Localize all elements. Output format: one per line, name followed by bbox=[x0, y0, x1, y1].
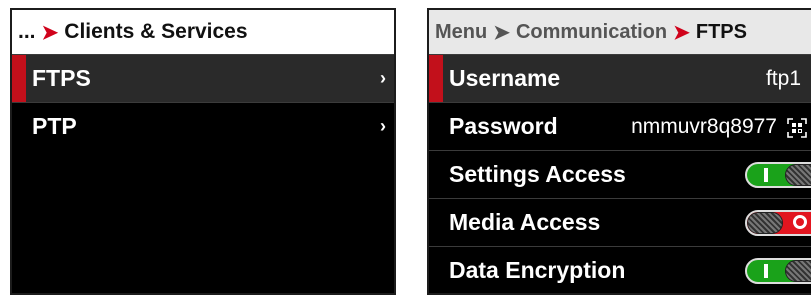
ftps-settings-panel: Menu ➤ Communication ➤ FTPS Username ftp… bbox=[427, 8, 811, 295]
breadcrumb-ellipsis[interactable]: ... bbox=[18, 20, 36, 44]
password-label: Password bbox=[449, 113, 558, 139]
breadcrumb-separator-icon: ➤ bbox=[41, 21, 59, 44]
selection-indicator bbox=[12, 55, 26, 102]
breadcrumb-separator-icon: ➤ bbox=[673, 21, 690, 44]
toggle-knob bbox=[785, 164, 811, 186]
chevron-right-icon: › bbox=[380, 116, 386, 136]
data-encryption-row[interactable]: Data Encryption bbox=[429, 246, 811, 293]
username-label: Username bbox=[449, 65, 561, 91]
breadcrumb: Menu ➤ Communication ➤ FTPS bbox=[429, 10, 811, 54]
toggle-knob bbox=[747, 212, 783, 234]
settings-access-row[interactable]: Settings Access bbox=[429, 150, 811, 198]
menu-item-ftps[interactable]: FTPS › bbox=[12, 54, 394, 102]
data-encryption-toggle[interactable] bbox=[745, 258, 811, 284]
menu-item-label: PTP bbox=[32, 113, 77, 139]
settings-access-toggle[interactable] bbox=[745, 162, 811, 188]
menu-item-label: FTPS bbox=[32, 65, 91, 91]
toggle-on-mark-icon bbox=[764, 264, 768, 278]
toggle-knob bbox=[785, 260, 811, 282]
chevron-right-icon: › bbox=[380, 68, 386, 88]
clients-services-panel: ... ➤ Clients & Services FTPS › PTP › bbox=[10, 8, 396, 295]
breadcrumb-menu[interactable]: Menu bbox=[435, 21, 487, 44]
breadcrumb-separator-icon: ➤ bbox=[493, 21, 510, 44]
password-value: nmmuvr8q8977 bbox=[631, 114, 777, 138]
username-value: ftp1 bbox=[765, 66, 801, 90]
media-access-toggle[interactable] bbox=[745, 210, 811, 236]
media-access-row[interactable]: Media Access bbox=[429, 198, 811, 246]
menu-item-ptp[interactable]: PTP › bbox=[12, 102, 394, 150]
settings-access-label: Settings Access bbox=[449, 161, 626, 187]
toggle-on-mark-icon bbox=[764, 168, 768, 182]
username-row[interactable]: Username ftp1 bbox=[429, 54, 811, 102]
breadcrumb-current: Clients & Services bbox=[64, 20, 248, 43]
media-access-label: Media Access bbox=[449, 209, 601, 235]
selection-indicator bbox=[429, 55, 443, 102]
toggle-off-mark-icon bbox=[793, 215, 807, 229]
breadcrumb-communication[interactable]: Communication bbox=[516, 21, 667, 44]
data-encryption-label: Data Encryption bbox=[449, 257, 626, 283]
password-row[interactable]: Password nmmuvr8q8977 bbox=[429, 102, 811, 150]
qr-code-icon[interactable] bbox=[787, 117, 807, 138]
breadcrumb: ... ➤ Clients & Services bbox=[12, 10, 394, 54]
breadcrumb-current: FTPS bbox=[695, 20, 747, 43]
